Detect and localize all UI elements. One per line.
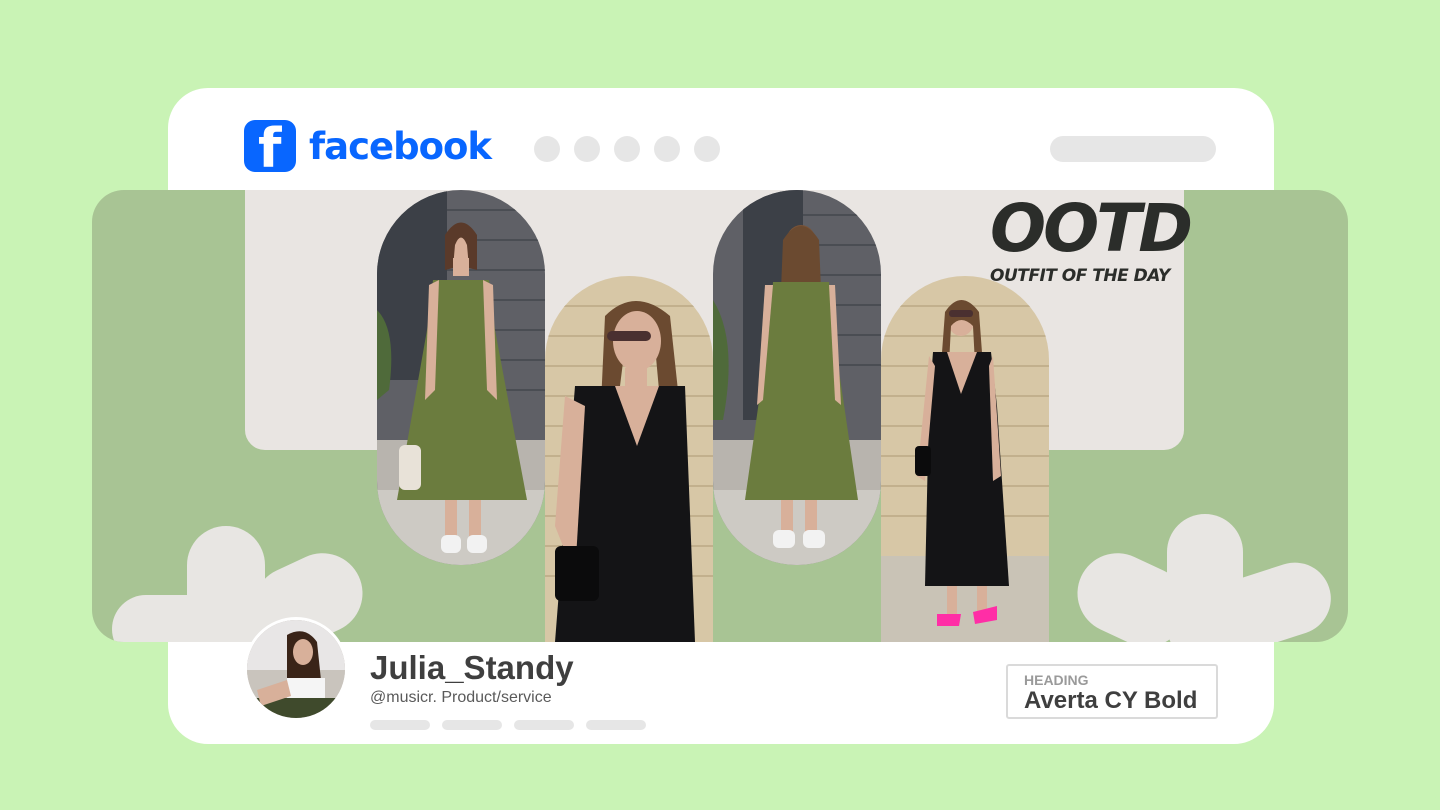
nav-placeholder-dot[interactable] xyxy=(534,136,560,162)
outfit-photo-green-back-image xyxy=(713,190,881,565)
outfit-photo-green-back xyxy=(713,190,881,565)
nav-placeholder-dot[interactable] xyxy=(694,136,720,162)
profile-handle: @musicr. Product/service xyxy=(370,689,552,706)
outfit-photo-black-full-image xyxy=(881,276,1049,642)
tab-placeholder[interactable] xyxy=(442,720,502,730)
ootd-title: OOTD xyxy=(990,190,1193,267)
facebook-f-glyph: f xyxy=(258,120,282,173)
profile-name[interactable]: Julia_Standy xyxy=(370,648,574,688)
facebook-wordmark[interactable]: facebook xyxy=(309,124,492,170)
tab-placeholder[interactable] xyxy=(586,720,646,730)
profile-avatar-photo xyxy=(247,620,345,718)
flower-petal-decoration xyxy=(112,595,232,642)
tab-placeholder[interactable] xyxy=(514,720,574,730)
font-info-label: HEADING xyxy=(1024,672,1089,688)
nav-placeholder-dot[interactable] xyxy=(614,136,640,162)
outfit-photo-green-front-image xyxy=(377,190,545,565)
outfit-photo-black-closeup xyxy=(545,276,713,642)
outfit-photo-black-full xyxy=(881,276,1049,642)
tab-placeholder[interactable] xyxy=(370,720,430,730)
profile-avatar-image xyxy=(247,620,345,718)
cover-photo: OOTD OUTFIT OF THE DAY xyxy=(92,190,1348,642)
search-bar-placeholder[interactable] xyxy=(1050,136,1216,162)
font-info-value: Averta CY Bold xyxy=(1024,687,1198,714)
ootd-subtitle: OUTFIT OF THE DAY xyxy=(990,266,1170,286)
nav-placeholder-dot[interactable] xyxy=(654,136,680,162)
outfit-photo-black-closeup-image xyxy=(545,276,713,642)
facebook-logo-icon[interactable]: f xyxy=(244,120,296,172)
font-info-box: HEADING Averta CY Bold xyxy=(1006,664,1218,719)
nav-placeholder-dot[interactable] xyxy=(574,136,600,162)
outfit-photo-green-front xyxy=(377,190,545,565)
profile-avatar[interactable] xyxy=(244,617,348,721)
